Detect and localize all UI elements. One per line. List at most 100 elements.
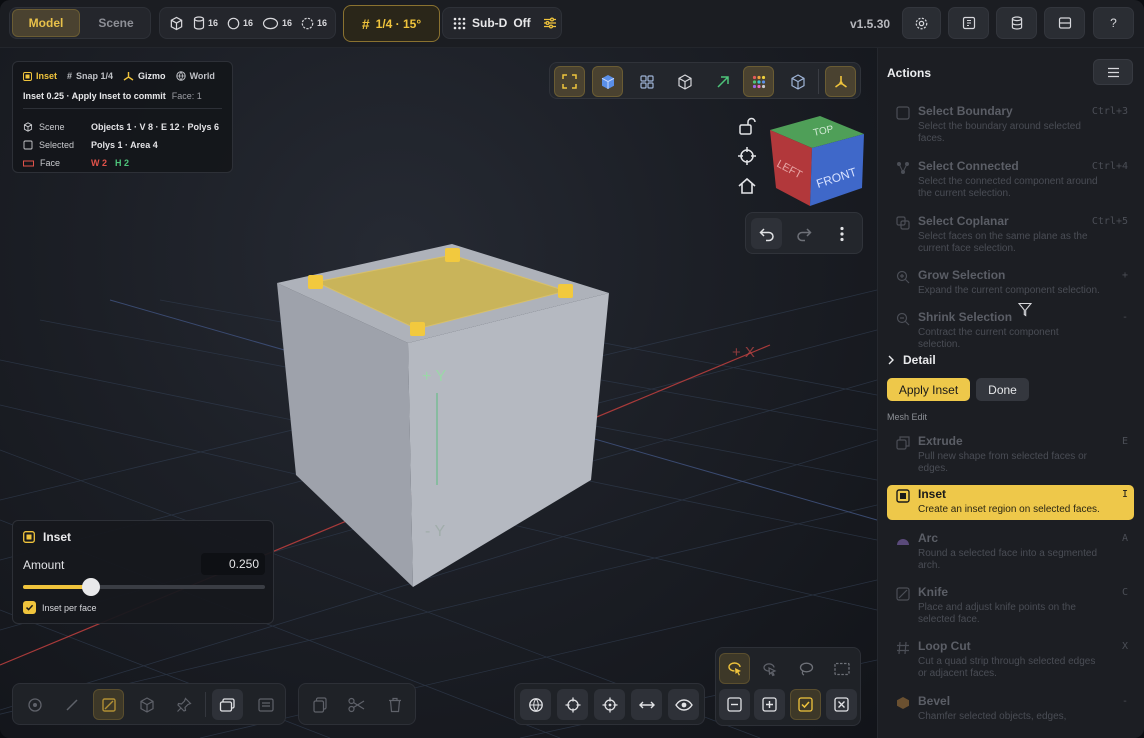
action-shrink-selection[interactable]: Shrink Selection Contract the current co…: [887, 308, 1134, 356]
view-cube[interactable]: TOP LEFT FRONT: [768, 114, 866, 208]
clear-selection-button[interactable]: [826, 689, 857, 720]
checkbox[interactable]: [23, 601, 36, 614]
info-selected-key: Selected: [39, 140, 75, 150]
action-title: Select Coplanar: [918, 214, 1009, 228]
action-bevel[interactable]: Bevel Chamfer selected objects, edges, -: [887, 692, 1134, 738]
action-shortcut: Ctrl+4: [1091, 161, 1128, 172]
snap-toggle-button[interactable]: # 1/4 · 15°: [343, 5, 440, 42]
edge-mode-button[interactable]: [56, 689, 87, 720]
world-space-button[interactable]: [520, 689, 551, 720]
face-square-icon: [101, 697, 116, 712]
x-square-icon: [834, 697, 849, 712]
action-title: Shrink Selection: [918, 310, 1013, 324]
subd-toggle[interactable]: Sub-D Off: [442, 7, 562, 39]
more-menu-button[interactable]: [826, 218, 857, 249]
sliders-icon[interactable]: [543, 16, 557, 30]
inset-per-face-toggle[interactable]: Inset per face: [23, 601, 97, 614]
action-knife[interactable]: Knife Place and adjust knife points on t…: [887, 583, 1134, 631]
add-sphere-button[interactable]: 16: [227, 17, 253, 30]
crosshair-icon[interactable]: [737, 146, 757, 166]
paint-select-button[interactable]: [754, 653, 785, 684]
action-select-connected[interactable]: Select Connected Select the connected co…: [887, 157, 1134, 205]
info-message-text: Inset 0.25 · Apply Inset to commit: [23, 91, 166, 101]
subtract-selection-button[interactable]: [719, 689, 750, 720]
axis-y-pos-label: + Y: [422, 368, 447, 385]
pin-tool-button[interactable]: [168, 689, 199, 720]
action-shortcut: I: [1121, 489, 1128, 500]
home-icon[interactable]: [737, 176, 757, 196]
info-face-key: Face: [40, 158, 61, 168]
add-cube-button[interactable]: [169, 16, 184, 31]
settings-button[interactable]: [902, 7, 941, 39]
undo-button[interactable]: [751, 218, 782, 249]
shaded-view-button[interactable]: [592, 66, 623, 97]
frame-selection-button[interactable]: [554, 66, 585, 97]
object-mode-button[interactable]: [782, 66, 813, 97]
action-select-boundary[interactable]: Select Boundary Select the boundary arou…: [887, 102, 1134, 150]
gizmo-toggle-button[interactable]: [825, 66, 856, 97]
list-menu-icon: [1107, 67, 1119, 77]
add-circle-button[interactable]: 16: [301, 17, 327, 30]
amount-slider[interactable]: [23, 578, 265, 596]
face-mode-button[interactable]: [93, 689, 124, 720]
bevel-icon: [897, 697, 909, 709]
color-grid-view-button[interactable]: [743, 66, 774, 97]
torus-icon: [262, 17, 279, 29]
mirror-tool-button[interactable]: [631, 689, 662, 720]
visibility-button[interactable]: [668, 689, 699, 720]
box-select-button[interactable]: [826, 653, 857, 684]
pivot-tool-button[interactable]: [594, 689, 625, 720]
done-button[interactable]: Done: [976, 378, 1029, 401]
sphere-icon: [227, 17, 240, 29]
amount-input[interactable]: 0.250: [201, 553, 265, 575]
action-extrude[interactable]: Extrude Pull new shape from selected fac…: [887, 432, 1134, 480]
detail-label: Detail: [903, 353, 936, 367]
redo-button[interactable]: [788, 218, 819, 249]
replace-selection-button[interactable]: [790, 689, 821, 720]
apply-inset-button[interactable]: Apply Inset: [887, 378, 970, 401]
actions-menu-button[interactable]: [1093, 59, 1133, 85]
object-mode-toggle[interactable]: [131, 689, 162, 720]
tweak-select-button[interactable]: [719, 653, 750, 684]
normals-view-button[interactable]: [707, 66, 738, 97]
plus-square-icon: [762, 697, 777, 712]
wireframe-view-button[interactable]: [669, 66, 700, 97]
layout-panel-icon: [962, 16, 975, 30]
sidebar-toggle-button[interactable]: [1044, 7, 1085, 39]
mode-model-button[interactable]: Model: [12, 9, 80, 37]
selection-tools-grid: [715, 647, 861, 726]
layers-button[interactable]: [212, 689, 243, 720]
add-selection-button[interactable]: [754, 689, 785, 720]
amount-slider-thumb[interactable]: [81, 578, 100, 596]
action-grow-selection[interactable]: Grow Selection Expand the current compon…: [887, 266, 1134, 314]
component-mode-toolbar: [12, 683, 286, 725]
lasso-icon: [799, 662, 813, 676]
action-desc: Select faces on the same plane as the cu…: [918, 231, 1088, 254]
vertex-mode-button[interactable]: [19, 689, 50, 720]
tag-gizmo: Gizmo: [123, 71, 166, 81]
lock-open-icon[interactable]: [737, 116, 757, 136]
tag-snap-label: Snap 1/4: [76, 71, 114, 81]
lasso-select-button[interactable]: [790, 653, 821, 684]
cube-right-face[interactable]: [408, 293, 609, 587]
cut-button[interactable]: [341, 689, 372, 720]
delete-button[interactable]: [379, 689, 410, 720]
help-button[interactable]: ?: [1093, 7, 1134, 39]
quad-view-button[interactable]: [631, 66, 662, 97]
action-inset[interactable]: Inset Create an inset region on selected…: [887, 485, 1134, 520]
check-square-icon: [798, 697, 813, 712]
action-arc[interactable]: Arc Round a selected face into a segment…: [887, 529, 1134, 577]
detail-section-toggle[interactable]: Detail: [887, 353, 936, 367]
action-select-coplanar[interactable]: Select Coplanar Select faces on the same…: [887, 212, 1134, 260]
copy-button[interactable]: [304, 689, 335, 720]
actions-panel: Actions Select Boundary Select the bound…: [877, 48, 1144, 738]
move-tool-button[interactable]: [557, 689, 588, 720]
add-cylinder-button[interactable]: 16: [193, 16, 218, 30]
add-torus-button[interactable]: 16: [262, 17, 292, 30]
database-button[interactable]: [996, 7, 1037, 39]
action-loop-cut[interactable]: Loop Cut Cut a quad strip through select…: [887, 637, 1134, 685]
trash-icon: [388, 697, 401, 712]
panel-layout-button[interactable]: [948, 7, 989, 39]
mode-scene-button[interactable]: Scene: [82, 9, 150, 37]
uv-editor-button[interactable]: [250, 689, 281, 720]
